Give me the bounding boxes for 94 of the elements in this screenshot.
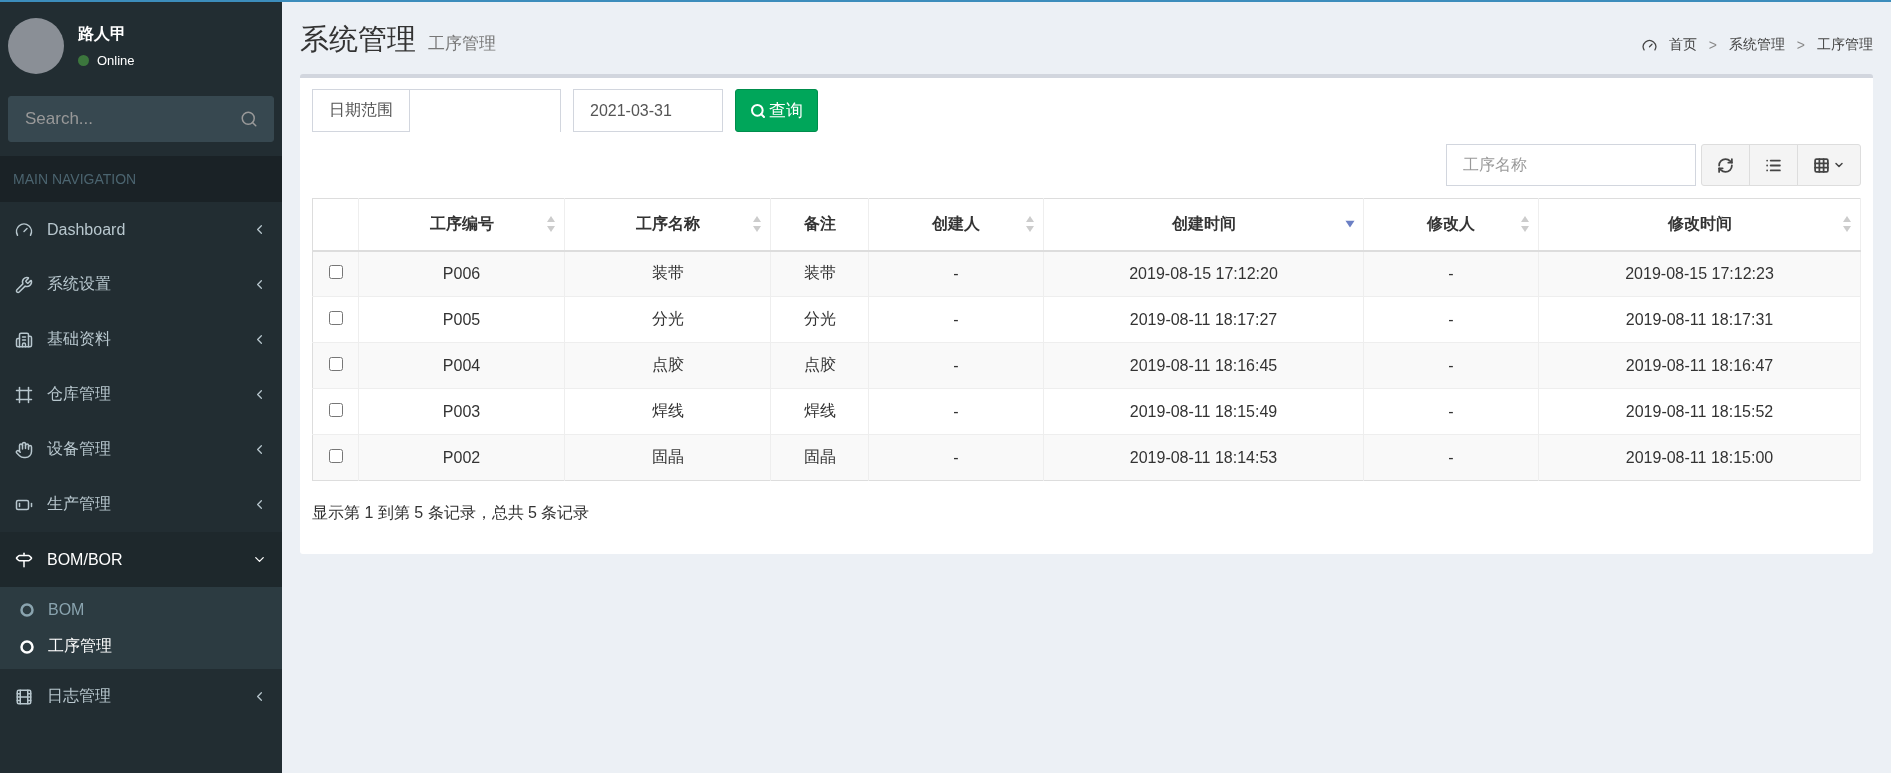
table-cell: - <box>1363 342 1539 389</box>
table-cell: - <box>1363 296 1539 343</box>
table-cell: 分光 <box>564 296 771 343</box>
menu-icon <box>15 275 33 294</box>
search-icon <box>750 102 766 119</box>
table-cell: 2019-08-11 18:17:31 <box>1538 296 1861 343</box>
avatar <box>8 18 64 74</box>
table-cell: 点胶 <box>564 342 771 389</box>
refresh-icon <box>1717 156 1734 174</box>
table-cell: 装带 <box>564 250 771 297</box>
table-cell: - <box>1363 250 1539 297</box>
table-cell: - <box>868 342 1044 389</box>
sidebar-item[interactable]: 设备管理 <box>0 422 282 477</box>
dashboard-icon <box>1641 37 1657 53</box>
column-header[interactable]: 修改人 <box>1363 198 1539 251</box>
search-icon[interactable] <box>240 110 258 128</box>
sort-desc-icon <box>1345 220 1355 228</box>
nav-header: MAIN NAVIGATION <box>0 156 282 202</box>
breadcrumb-separator: > <box>1708 37 1717 53</box>
sidebar-search-field[interactable]: Search... <box>8 96 274 142</box>
sidebar-item[interactable]: 生产管理 <box>0 477 282 532</box>
table-cell: P003 <box>358 388 565 435</box>
table-cell: P002 <box>358 434 565 481</box>
columns-button[interactable] <box>1797 144 1861 186</box>
table-cell: - <box>1363 388 1539 435</box>
menu-icon <box>15 440 33 459</box>
table-cell: 2019-08-11 18:15:52 <box>1538 388 1861 435</box>
table-cell: 2019-08-11 18:17:27 <box>1043 296 1364 343</box>
table-cell: 固晶 <box>770 434 869 481</box>
circle-icon <box>20 602 34 617</box>
table-cell: - <box>868 250 1044 297</box>
sort-icon <box>1842 215 1852 234</box>
sidebar-subitem[interactable]: 工序管理 <box>0 628 282 665</box>
sidebar-item[interactable]: 日志管理 <box>0 669 282 724</box>
table-cell: 2019-08-11 18:14:53 <box>1043 434 1364 481</box>
menu-icon <box>15 220 33 239</box>
menu-icon <box>15 330 33 349</box>
page-title: 系统管理 <box>300 22 416 57</box>
column-header[interactable]: 创建时间 <box>1043 198 1364 251</box>
column-header[interactable]: 创建人 <box>868 198 1044 251</box>
date-range-field[interactable]: 日期范围 <box>312 89 561 132</box>
sidebar-item[interactable]: Dashboard <box>0 202 282 257</box>
table-cell: 2019-08-11 18:16:45 <box>1043 342 1364 389</box>
table-cell: 2019-08-15 17:12:20 <box>1043 250 1364 297</box>
sort-icon <box>546 215 556 234</box>
grid-icon <box>1813 156 1830 174</box>
refresh-button[interactable] <box>1701 144 1750 186</box>
table-cell: 固晶 <box>564 434 771 481</box>
circle-icon <box>20 639 34 654</box>
sidebar-subitem[interactable]: BOM <box>0 591 282 628</box>
column-header[interactable]: 工序名称 <box>564 198 771 251</box>
table-cell: 2019-08-15 17:12:23 <box>1538 250 1861 297</box>
table-cell: 2019-08-11 18:16:47 <box>1538 342 1861 389</box>
table-cell: - <box>868 434 1044 481</box>
column-header: 备注 <box>770 198 869 251</box>
row-checkbox[interactable] <box>328 310 343 325</box>
table-cell: 焊线 <box>564 388 771 435</box>
breadcrumb-link[interactable]: 首页 <box>1668 36 1697 54</box>
table-cell: P005 <box>358 296 565 343</box>
sort-icon <box>752 215 762 234</box>
sidebar-item[interactable]: 基础资料 <box>0 312 282 367</box>
table-cell: 焊线 <box>770 388 869 435</box>
breadcrumb-separator: > <box>1796 37 1805 53</box>
table-cell: 2019-08-11 18:15:49 <box>1043 388 1364 435</box>
table-cell: - <box>868 296 1044 343</box>
row-checkbox[interactable] <box>328 356 343 371</box>
row-checkbox[interactable] <box>328 448 343 463</box>
sidebar-item[interactable]: BOM/BOR <box>0 532 282 587</box>
table-cell: 装带 <box>770 250 869 297</box>
menu-icon <box>15 385 33 404</box>
menu-icon <box>15 550 33 569</box>
table-cell: 点胶 <box>770 342 869 389</box>
column-header[interactable]: 修改时间 <box>1538 198 1861 251</box>
row-checkbox[interactable] <box>328 264 343 279</box>
menu-icon <box>15 687 33 706</box>
user-status: Online <box>97 53 135 68</box>
pagination-summary: 显示第 1 到第 5 条记录，总共 5 条记录 <box>312 503 591 523</box>
row-checkbox[interactable] <box>328 402 343 417</box>
column-header[interactable]: 工序编号 <box>358 198 565 251</box>
sidebar-item[interactable]: 系统设置 <box>0 257 282 312</box>
table-cell: P006 <box>358 250 565 297</box>
page-subtitle: 工序管理 <box>428 33 496 55</box>
table-cell: - <box>1363 434 1539 481</box>
user-name: 路人甲 <box>78 24 127 44</box>
table-cell: - <box>868 388 1044 435</box>
name-search-field[interactable]: 工序名称 <box>1446 144 1696 186</box>
sidebar-item[interactable]: 仓库管理 <box>0 367 282 422</box>
sort-icon <box>1025 215 1035 234</box>
breadcrumb-link[interactable]: 系统管理 <box>1728 36 1785 54</box>
table-cell: 2019-08-11 18:15:00 <box>1538 434 1861 481</box>
table-cell: P004 <box>358 342 565 389</box>
sort-icon <box>1520 215 1530 234</box>
table-cell: 分光 <box>770 296 869 343</box>
date-end-field[interactable]: 2021-03-31 <box>573 89 723 132</box>
